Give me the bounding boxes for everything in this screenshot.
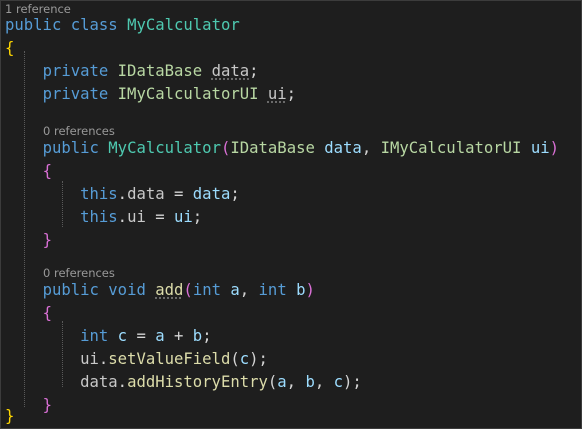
brace-close: } <box>42 396 52 414</box>
field-ui[interactable]: ui <box>127 208 146 226</box>
paren-close: ) <box>305 281 315 299</box>
code-line-ctor-close-brace: } <box>5 228 52 252</box>
class-name[interactable]: MyCalculator <box>127 16 240 34</box>
brace-open: { <box>42 304 52 322</box>
type-idatabase[interactable]: IDataBase <box>118 62 203 80</box>
method-setvaluefield[interactable]: setValueField <box>108 350 230 368</box>
brace-open: { <box>5 39 15 57</box>
semicolon: ; <box>249 62 259 80</box>
code-line-field-ui: private IMyCalculatorUI ui; <box>5 82 297 106</box>
keyword-public: public <box>5 16 62 34</box>
method-addhistoryentry[interactable]: addHistoryEntry <box>127 373 268 391</box>
keyword-private: private <box>42 62 109 80</box>
local-c[interactable]: c <box>334 373 343 391</box>
type-idatabase[interactable]: IDataBase <box>230 139 315 157</box>
code-line-local-c: int c = a + b; <box>80 327 212 345</box>
param-data[interactable]: data <box>324 139 362 157</box>
field-data[interactable]: data <box>80 373 118 391</box>
code-line-set-value: ui.setValueField(c); <box>80 350 268 368</box>
constructor-name[interactable]: MyCalculator <box>108 139 221 157</box>
field-data[interactable]: data <box>127 185 165 203</box>
param-b[interactable]: b <box>193 327 202 345</box>
code-line-assign-ui: this.ui = ui; <box>80 208 203 226</box>
param-b[interactable]: b <box>296 281 305 299</box>
keyword-this: this <box>80 185 118 203</box>
field-ui[interactable]: ui <box>80 350 99 368</box>
brace-close: } <box>5 407 15 425</box>
param-a[interactable]: a <box>277 373 286 391</box>
type-imycalculatorui[interactable]: IMyCalculatorUI <box>381 139 522 157</box>
field-data[interactable]: data <box>212 62 250 80</box>
code-line-ctor-open-brace: { <box>5 159 52 183</box>
brace-close: } <box>42 231 52 249</box>
keyword-public: public <box>42 139 99 157</box>
code-line-add-history: data.addHistoryEntry(a, b, c); <box>80 373 362 391</box>
keyword-public: public <box>42 281 99 299</box>
keyword-int: int <box>80 327 109 345</box>
code-line-assign-data: this.data = data; <box>80 185 240 203</box>
code-line-class-open-brace: { <box>5 36 14 60</box>
code-line-class-close-brace: } <box>5 404 14 428</box>
type-imycalculatorui[interactable]: IMyCalculatorUI <box>118 85 259 103</box>
param-a[interactable]: a <box>155 327 164 345</box>
param-ui[interactable]: ui <box>174 208 193 226</box>
code-line-constructor-signature: public MyCalculator(IDataBase data, IMyC… <box>42 139 559 157</box>
keyword-class: class <box>70 16 118 34</box>
code-line-add-signature: public void add(int a, int b) <box>42 281 315 299</box>
keyword-int: int <box>192 281 221 299</box>
keyword-void: void <box>108 281 146 299</box>
method-add[interactable]: add <box>155 281 183 299</box>
code-line-add-open-brace: { <box>5 301 52 325</box>
paren-close: ) <box>549 139 559 157</box>
param-a[interactable]: a <box>230 281 239 299</box>
code-line-class-declaration: public class MyCalculator <box>5 13 240 37</box>
brace-open: { <box>42 162 52 180</box>
semicolon: ; <box>286 85 297 103</box>
paren-open: ( <box>183 281 193 299</box>
keyword-private: private <box>42 85 109 103</box>
param-ui[interactable]: ui <box>531 139 550 157</box>
param-b[interactable]: b <box>305 373 314 391</box>
code-editor[interactable]: 1 reference public class MyCalculator { … <box>0 0 582 429</box>
code-line-field-data: private IDataBase data; <box>5 59 259 83</box>
field-ui[interactable]: ui <box>268 85 287 103</box>
param-data[interactable]: data <box>193 185 231 203</box>
keyword-this: this <box>80 208 118 226</box>
keyword-int: int <box>258 281 287 299</box>
local-c[interactable]: c <box>118 327 127 345</box>
local-c[interactable]: c <box>240 350 249 368</box>
paren-open: ( <box>220 139 231 157</box>
